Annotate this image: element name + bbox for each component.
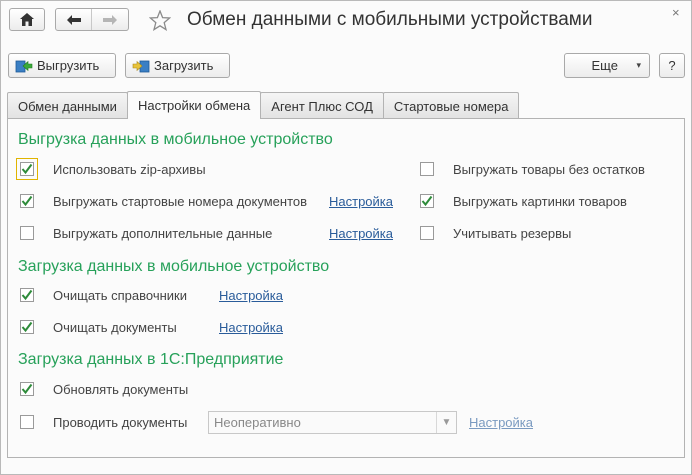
update-docs-label: Обновлять документы	[53, 382, 189, 397]
import-label: Загрузить	[154, 58, 214, 73]
clear-docs-checkbox[interactable]	[20, 320, 34, 334]
section-title-export: Выгрузка данных в мобильное устройство	[18, 131, 333, 148]
images-checkbox[interactable]	[420, 194, 434, 208]
checkmark-icon	[21, 289, 33, 301]
arrow-right-icon	[103, 14, 117, 25]
chevron-down-icon[interactable]: ▼	[436, 412, 456, 433]
post-docs-checkbox[interactable]	[20, 415, 34, 429]
images-label: Выгружать картинки товаров	[453, 194, 627, 209]
posting-mode-value: Неоперативно	[214, 415, 301, 430]
extra-data-checkbox[interactable]	[20, 226, 34, 240]
checkmark-icon	[21, 321, 33, 333]
clear-docs-label: Очищать документы	[53, 320, 177, 335]
home-icon	[20, 13, 34, 26]
use-zip-checkbox[interactable]	[16, 158, 38, 180]
arrow-left-icon	[66, 14, 81, 25]
clear-refs-settings-link[interactable]: Настройка	[219, 288, 283, 303]
clear-refs-checkbox[interactable]	[20, 288, 34, 302]
tab-agent-plus[interactable]: Агент Плюс СОД	[260, 92, 384, 119]
checkmark-icon	[21, 383, 33, 395]
checkmark-icon	[21, 163, 33, 175]
back-button[interactable]	[56, 9, 93, 30]
page-title: Обмен данными с мобильными устройствами	[187, 9, 593, 30]
clear-docs-settings-link[interactable]: Настройка	[219, 320, 283, 335]
posting-mode-select[interactable]: Неоперативно ▼	[208, 411, 457, 434]
import-icon	[132, 58, 150, 74]
home-button[interactable]	[9, 8, 45, 31]
use-zip-label: Использовать zip-архивы	[53, 162, 206, 177]
export-icon	[15, 58, 33, 74]
start-numbers-label: Выгружать стартовые номера документов	[53, 194, 308, 209]
clear-refs-label: Очищать справочники	[53, 288, 187, 303]
post-docs-settings-link[interactable]: Настройка	[469, 415, 533, 430]
help-label: ?	[668, 58, 676, 73]
section-title-load-mobile: Загрузка данных в мобильное устройство	[18, 258, 330, 275]
tab-start-numbers[interactable]: Стартовые номера	[382, 92, 520, 119]
export-label: Выгрузить	[37, 58, 100, 73]
checkmark-icon	[21, 195, 33, 207]
checkmark-icon	[421, 195, 433, 207]
tab-exchange[interactable]: Обмен данными	[7, 92, 128, 119]
update-docs-checkbox[interactable]	[20, 382, 34, 396]
start-numbers-checkbox[interactable]	[20, 194, 34, 208]
tab-bar: Обмен данными Настройки обмена Агент Плю…	[7, 91, 520, 119]
more-label: Еще	[591, 58, 618, 73]
export-button[interactable]: Выгрузить	[8, 53, 116, 78]
favorite-star-button[interactable]	[147, 7, 173, 33]
no-stock-checkbox[interactable]	[420, 162, 434, 176]
import-button[interactable]: Загрузить	[125, 53, 230, 78]
forward-button[interactable]	[92, 9, 128, 30]
extra-data-settings-link[interactable]: Настройка	[329, 226, 393, 241]
tab-exchange-settings[interactable]: Настройки обмена	[126, 91, 262, 119]
reserves-label: Учитывать резервы	[453, 226, 572, 241]
post-docs-label: Проводить документы	[53, 415, 188, 430]
chevron-down-icon: ▾	[636, 60, 641, 70]
star-icon	[149, 9, 171, 31]
reserves-checkbox[interactable]	[420, 226, 434, 240]
main-window: Обмен данными с мобильными устройствами …	[0, 0, 692, 475]
help-button[interactable]: ?	[659, 53, 685, 78]
nav-buttons	[55, 8, 129, 31]
no-stock-label: Выгружать товары без остатков	[453, 162, 645, 177]
extra-data-label: Выгружать дополнительные данные	[53, 226, 273, 241]
start-numbers-settings-link[interactable]: Настройка	[329, 194, 393, 209]
section-title-load-1c: Загрузка данных в 1С:Предприятие	[18, 351, 284, 368]
more-button[interactable]: Еще ▾	[564, 53, 650, 78]
close-icon[interactable]: ×	[672, 5, 680, 20]
